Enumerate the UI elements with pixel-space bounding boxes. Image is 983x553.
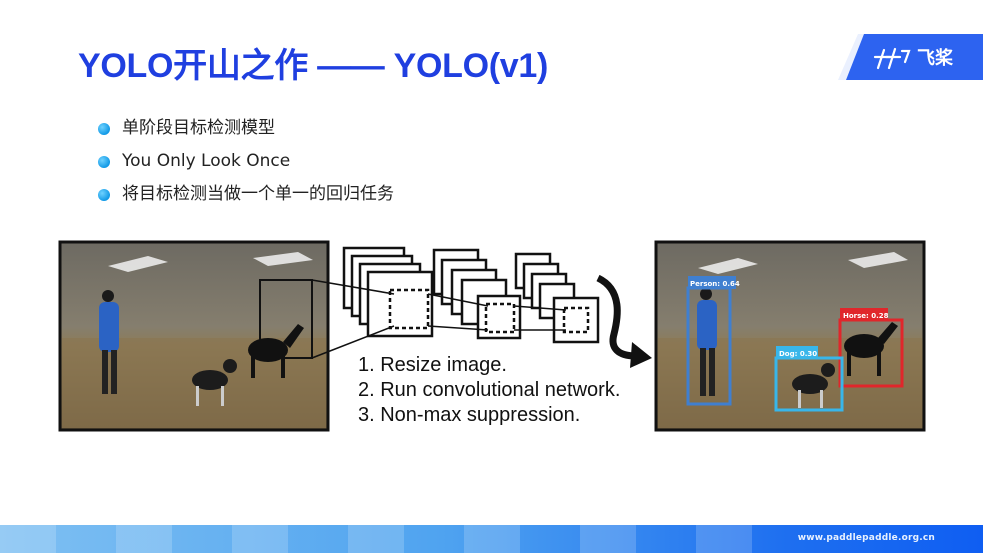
pipeline-step: 1. Resize image. [358, 354, 507, 376]
logo-text: 飞桨 [917, 47, 954, 69]
bullet-item: 将目标检测当做一个单一的回归任务 [98, 180, 394, 213]
bullet-list: 单阶段目标检测模型 You Only Look Once 将目标检测当做一个单一… [98, 114, 394, 213]
pipeline-steps: 1. Resize image. 2. Run convolutional ne… [358, 353, 620, 428]
output-arrow-icon [596, 274, 637, 360]
slide-title: YOLO开山之作 —— YOLO(v1) [78, 47, 549, 85]
output-image: Person: 0.64 Horse: 0.28 Dog: 0.30 [654, 240, 926, 432]
pipeline-step: 3. Non-max suppression. [358, 404, 581, 426]
input-image [58, 240, 330, 432]
pipeline-step: 2. Run convolutional network. [358, 379, 621, 401]
paddle-logo: 飞桨 [838, 34, 983, 80]
detection-label-person: Person: 0.64 [690, 280, 740, 288]
bullet-dot-icon [98, 156, 110, 168]
bullet-dot-icon [98, 189, 110, 201]
detection-label-horse: Horse: 0.28 [843, 312, 889, 320]
footer-bar: www.paddlepaddle.org.cn [0, 525, 983, 553]
bullet-item: You Only Look Once [98, 147, 394, 180]
bullet-item: 单阶段目标检测模型 [98, 114, 394, 147]
bullet-dot-icon [98, 123, 110, 135]
conv-network [342, 246, 600, 344]
detection-label-dog: Dog: 0.30 [779, 350, 817, 358]
footer-url: www.paddlepaddle.org.cn [797, 533, 935, 543]
